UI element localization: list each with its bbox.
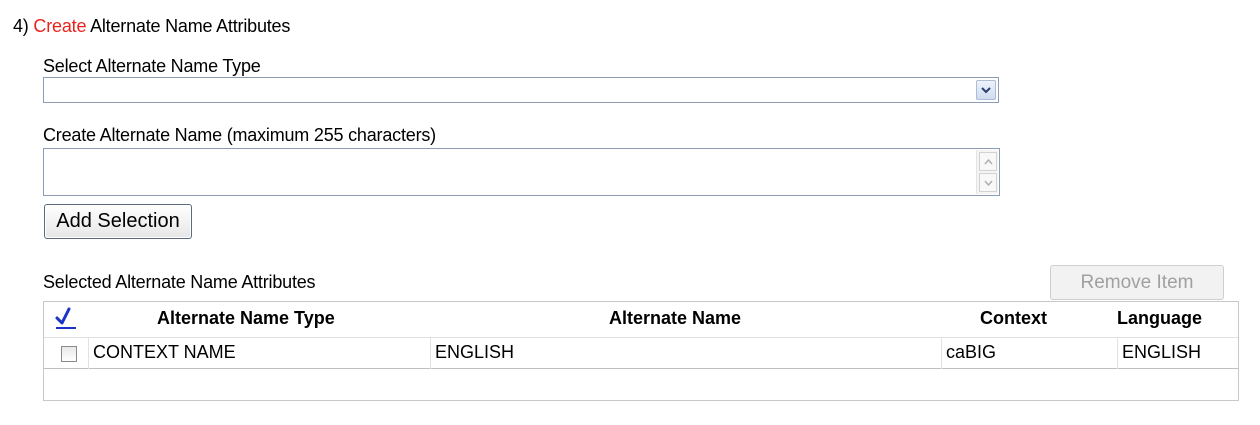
row-checkbox[interactable]	[61, 346, 77, 362]
alternate-name-type-select[interactable]	[43, 77, 999, 103]
name-input-label: Create Alternate Name (maximum 255 chara…	[43, 125, 436, 145]
selected-attributes-table: Alternate Name Type Alternate Name Conte…	[43, 301, 1239, 401]
section-action: Create	[33, 16, 87, 36]
cell-name: ENGLISH	[430, 338, 941, 369]
table-row[interactable]: CONTEXT NAME ENGLISH caBIG ENGLISH	[44, 337, 1238, 369]
column-header-context: Context	[980, 308, 1047, 328]
section-heading: 4) Create Alternate Name Attributes	[13, 16, 290, 37]
select-all-check-icon[interactable]	[54, 306, 78, 335]
scroll-up-icon[interactable]	[979, 152, 997, 171]
column-header-name: Alternate Name	[609, 308, 742, 328]
column-header-language: Language	[1117, 308, 1203, 328]
alternate-name-textarea[interactable]	[43, 148, 1000, 196]
selected-attributes-label: Selected Alternate Name Attributes	[43, 272, 316, 292]
chevron-down-icon[interactable]	[976, 80, 996, 100]
cell-context: caBIG	[941, 338, 1117, 369]
add-selection-button[interactable]: Add Selection	[44, 204, 192, 239]
section-title: Alternate Name Attributes	[90, 16, 291, 36]
scroll-down-icon[interactable]	[979, 173, 997, 192]
column-header-type: Alternate Name Type	[157, 308, 335, 328]
cell-type: CONTEXT NAME	[88, 338, 430, 369]
remove-item-button[interactable]: Remove Item	[1050, 265, 1224, 300]
textarea-scrollbar[interactable]	[976, 150, 998, 194]
type-select-label: Select Alternate Name Type	[43, 56, 261, 76]
cell-language: ENGLISH	[1117, 338, 1238, 369]
section-number: 4)	[13, 16, 29, 36]
